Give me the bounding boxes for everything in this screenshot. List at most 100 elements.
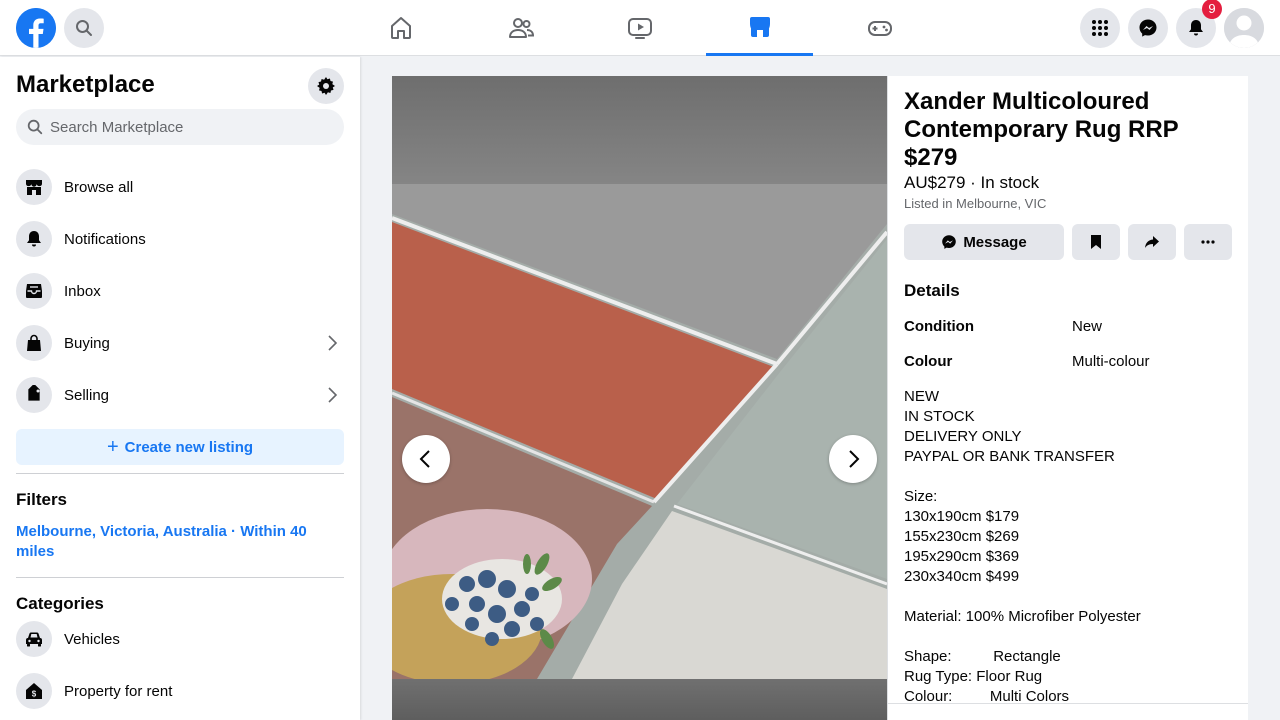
description-line: IN STOCK bbox=[904, 408, 975, 425]
watch-icon bbox=[627, 18, 652, 39]
listing-title: Xander Multicoloured Contemporary Rug RR… bbox=[904, 88, 1179, 171]
shop-icon bbox=[26, 180, 42, 195]
description-line bbox=[904, 467, 1234, 487]
search-button[interactable] bbox=[64, 8, 104, 48]
avatar[interactable] bbox=[1224, 8, 1264, 48]
listing-details-panel: Xander Multicoloured Contemporary Rug RR… bbox=[887, 76, 1248, 720]
listing-location[interactable]: Listed in Melbourne, VIC bbox=[904, 196, 1046, 211]
divider bbox=[16, 577, 344, 578]
menu-grid-icon bbox=[1092, 20, 1108, 36]
share-icon bbox=[1145, 236, 1159, 248]
settings-button[interactable] bbox=[308, 68, 344, 104]
inbox-icon bbox=[26, 284, 42, 298]
top-navigation-bar: 9 bbox=[0, 0, 1280, 56]
search-icon bbox=[27, 119, 43, 135]
description-line: Shape: Rectangle bbox=[904, 648, 1061, 665]
location-filter-link[interactable]: Melbourne, Victoria, Australia · Within … bbox=[16, 522, 326, 562]
create-listing-button[interactable]: + Create new listing bbox=[16, 429, 344, 465]
marketplace-search[interactable] bbox=[16, 109, 344, 145]
description-line: Size: bbox=[904, 488, 938, 505]
description-line: 195x290cm $369 bbox=[904, 548, 1020, 565]
notifications-button[interactable]: 9 bbox=[1176, 0, 1222, 48]
categories-heading: Categories bbox=[16, 594, 104, 613]
sidebar-item-label: Buying bbox=[64, 334, 110, 352]
description-line bbox=[904, 587, 1234, 607]
more-options-button[interactable] bbox=[1184, 224, 1232, 260]
marketplace-icon bbox=[749, 16, 770, 37]
colour-label: Colour bbox=[904, 353, 953, 370]
category-label: Property for rent bbox=[64, 682, 173, 700]
condition-label: Condition bbox=[904, 318, 974, 335]
sidebar-item-buying[interactable]: Buying bbox=[16, 319, 344, 367]
bell-icon bbox=[27, 231, 41, 247]
sidebar-item-selling[interactable]: Selling bbox=[16, 371, 344, 419]
bell-icon bbox=[1189, 20, 1203, 36]
default-avatar-icon bbox=[1224, 8, 1264, 48]
tab-friends[interactable] bbox=[467, 0, 574, 56]
listing-photo-viewer bbox=[392, 76, 887, 720]
details-heading: Details bbox=[904, 281, 960, 300]
home-icon bbox=[390, 17, 411, 39]
page-title: Marketplace bbox=[16, 71, 155, 98]
description-line: 130x190cm $179 bbox=[904, 508, 1020, 525]
friends-icon bbox=[508, 18, 534, 38]
sidebar-item-browse-all[interactable]: Browse all bbox=[16, 163, 344, 211]
rug-product-photo bbox=[392, 184, 887, 679]
chevron-left-icon bbox=[419, 450, 430, 468]
menu-button[interactable] bbox=[1080, 8, 1120, 48]
tab-watch[interactable] bbox=[586, 0, 693, 56]
bag-icon bbox=[27, 334, 41, 351]
description-line: 230x340cm $499 bbox=[904, 568, 1020, 585]
tab-gaming[interactable] bbox=[826, 0, 933, 56]
tab-home[interactable] bbox=[347, 0, 454, 56]
messenger-button[interactable] bbox=[1128, 8, 1168, 48]
filters-heading: Filters bbox=[16, 490, 68, 509]
search-input[interactable] bbox=[50, 118, 330, 136]
gear-icon bbox=[317, 77, 335, 95]
house-dollar-icon: $ bbox=[26, 683, 42, 699]
details-footer-bar bbox=[888, 703, 1248, 720]
description-line: 155x230cm $269 bbox=[904, 528, 1020, 545]
category-item-property-for-rent[interactable]: $ Property for rent bbox=[16, 667, 344, 715]
save-listing-button[interactable] bbox=[1072, 224, 1120, 260]
facebook-logo[interactable] bbox=[16, 8, 56, 48]
messenger-icon bbox=[1139, 19, 1157, 37]
facebook-f-icon bbox=[16, 8, 56, 48]
photo-backdrop-bottom bbox=[392, 679, 887, 720]
message-seller-button[interactable]: Message bbox=[904, 224, 1064, 260]
messenger-icon bbox=[942, 235, 957, 249]
next-photo-button[interactable] bbox=[829, 435, 877, 483]
description-line: Rug Type: Floor Rug bbox=[904, 668, 1043, 685]
sidebar-item-label: Inbox bbox=[64, 282, 101, 300]
create-listing-label: Create new listing bbox=[124, 438, 254, 456]
more-dots-icon bbox=[1201, 240, 1215, 244]
marketplace-sidebar: Marketplace Browse all Notifications Inb… bbox=[0, 57, 360, 720]
description-line: Material: 100% Microfiber Polyester bbox=[904, 608, 1141, 625]
tab-marketplace[interactable] bbox=[706, 0, 813, 56]
notification-count-badge: 9 bbox=[1202, 0, 1222, 19]
message-button-label: Message bbox=[963, 233, 1027, 251]
description-line: PAYPAL OR BANK TRANSFER bbox=[904, 448, 1115, 465]
chevron-right-icon bbox=[328, 387, 338, 403]
description-line bbox=[904, 627, 1234, 647]
description-line: DELIVERY ONLY bbox=[904, 428, 1022, 445]
divider bbox=[16, 473, 344, 474]
gaming-icon bbox=[867, 21, 892, 36]
category-item-vehicles[interactable]: Vehicles bbox=[16, 615, 344, 663]
plus-icon: + bbox=[106, 436, 119, 458]
sidebar-item-inbox[interactable]: Inbox bbox=[16, 267, 344, 315]
sidebar-item-notifications[interactable]: Notifications bbox=[16, 215, 344, 263]
bookmark-icon bbox=[1091, 235, 1101, 249]
description-line: NEW bbox=[904, 388, 939, 405]
colour-value: Multi-colour bbox=[1072, 353, 1150, 370]
chevron-right-icon bbox=[849, 450, 860, 468]
chevron-right-icon bbox=[328, 335, 338, 351]
listing-description: NEW IN STOCK DELIVERY ONLY PAYPAL OR BANK T… bbox=[904, 387, 1234, 707]
condition-value: New bbox=[1072, 318, 1103, 335]
svg-text:$: $ bbox=[32, 690, 37, 699]
sidebar-item-label: Notifications bbox=[64, 230, 146, 248]
previous-photo-button[interactable] bbox=[402, 435, 450, 483]
sidebar-item-label: Browse all bbox=[64, 178, 134, 196]
search-icon bbox=[76, 20, 92, 36]
share-listing-button[interactable] bbox=[1128, 224, 1176, 260]
